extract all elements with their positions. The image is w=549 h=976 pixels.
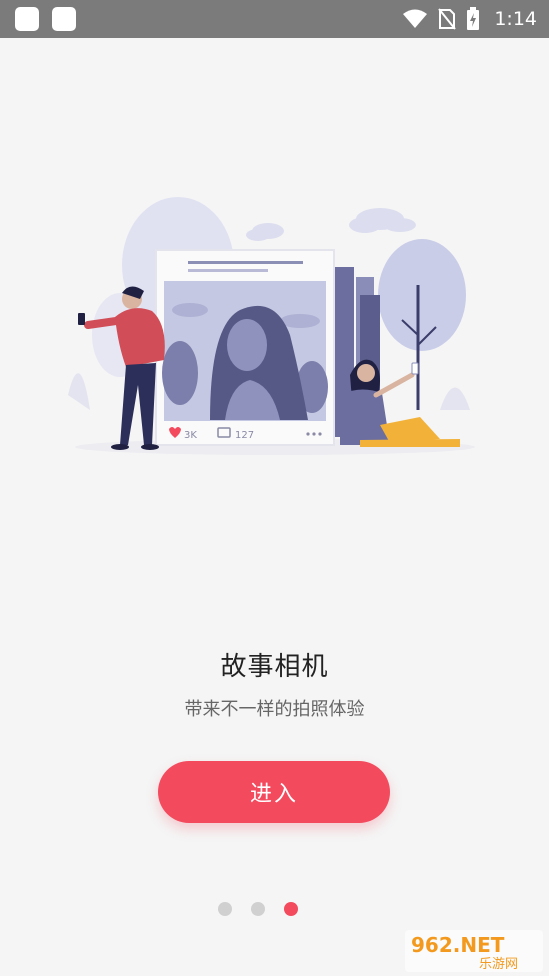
more-icon [306,432,322,436]
likes-count: 3K [184,430,197,441]
no-sim-icon [438,8,457,30]
app-notification-icon [52,7,76,31]
status-bar: 1:14 [0,0,549,38]
page-dot-1[interactable] [218,902,232,916]
app-title: 故事相机 [220,652,329,682]
bush [68,373,90,410]
watermark-logo: 962.NET 乐游网 [405,930,543,972]
battery-charging-icon [467,7,480,30]
sitting-woman [340,359,460,447]
onboarding-illustration: 3K 127 [68,197,475,455]
page-dot-2[interactable] [251,902,265,916]
watermark-brand: 962.NET [411,933,505,957]
status-time: 1:14 [494,8,537,30]
cloud [246,223,284,241]
status-icons: 1:14 [402,0,537,38]
comments-count: 127 [235,430,254,441]
watermark-text: 乐游网 [479,957,518,972]
page-dot-3-active[interactable] [284,902,298,916]
wifi-icon [403,9,428,28]
page-indicator [0,901,549,917]
app-subtitle: 带来不一样的拍照体验 [184,699,365,720]
enter-button[interactable]: 进入 [158,761,390,823]
app-notification-icon [15,7,39,31]
cloud [349,208,416,233]
tree-foliage [378,239,466,351]
photo-card: 3K 127 [155,249,335,446]
